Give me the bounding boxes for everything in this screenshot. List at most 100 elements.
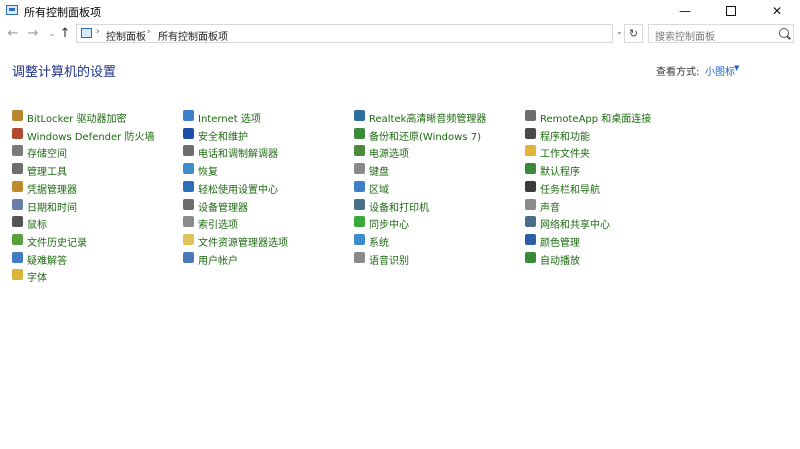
remoteapp-icon <box>525 110 536 121</box>
control-panel-item-label[interactable]: 安全和维护 <box>198 128 248 143</box>
control-panel-item-label[interactable]: 网络和共享中心 <box>540 216 610 231</box>
control-panel-item-label[interactable]: 存储空间 <box>27 145 67 160</box>
breadcrumb-control-panel[interactable]: 控制面板 <box>106 28 146 43</box>
date-time-icon <box>12 199 23 210</box>
control-panel-item-label[interactable]: 字体 <box>27 269 47 284</box>
control-panel-item-label[interactable]: 同步中心 <box>369 216 409 231</box>
recovery-icon <box>183 163 194 174</box>
control-panel-item-label[interactable]: Internet 选项 <box>198 110 261 125</box>
control-panel-item-label[interactable]: 索引选项 <box>198 216 238 231</box>
sound-icon <box>525 199 536 210</box>
breadcrumb-separator[interactable]: › <box>96 27 100 37</box>
control-panel-item-label[interactable]: Realtek高清晰音频管理器 <box>369 110 486 125</box>
control-panel-item-label[interactable]: 默认程序 <box>540 163 580 178</box>
control-panel-item-label[interactable]: 电话和调制解调器 <box>198 145 278 160</box>
storage-spaces-icon <box>12 145 23 156</box>
control-panel-item-label[interactable]: 轻松使用设置中心 <box>198 181 278 196</box>
device-manager-icon <box>183 199 194 210</box>
bitlocker-icon <box>12 110 23 121</box>
forward-button[interactable]: → <box>24 25 42 43</box>
devices-printers-icon <box>354 199 365 210</box>
control-panel-item-label[interactable]: 键盘 <box>369 163 389 178</box>
control-panel-item-label[interactable]: 文件历史记录 <box>27 234 87 249</box>
page-title: 调整计算机的设置 <box>12 65 117 80</box>
control-panel-item-label[interactable]: 用户帐户 <box>198 252 238 267</box>
admin-tools-icon <box>12 163 23 174</box>
region-icon <box>354 181 365 192</box>
work-folders-icon <box>525 145 536 156</box>
user-accounts-icon <box>183 252 194 263</box>
maximize-icon <box>726 5 736 16</box>
control-panel-item-label[interactable]: 鼠标 <box>27 216 47 231</box>
refresh-button[interactable]: ↻ <box>624 24 643 43</box>
control-panel-item-label[interactable]: 日期和时间 <box>27 199 77 214</box>
view-by-label: 查看方式: <box>656 67 700 78</box>
power-options-icon <box>354 145 365 156</box>
indexing-options-icon <box>183 216 194 227</box>
security-maintenance-icon <box>183 128 194 139</box>
control-panel-item-label[interactable]: 声音 <box>540 199 560 214</box>
control-panel-item-label[interactable]: 任务栏和导航 <box>540 181 600 196</box>
backup-restore-icon <box>354 128 365 139</box>
autoplay-icon <box>525 252 536 263</box>
default-programs-icon <box>525 163 536 174</box>
troubleshooting-icon <box>12 252 23 263</box>
chevron-down-icon[interactable]: ▼ <box>734 64 739 72</box>
control-panel-icon <box>81 28 92 38</box>
credential-manager-icon <box>12 181 23 192</box>
taskbar-navigation-icon <box>525 181 536 192</box>
window-title: 所有控制面板项 <box>24 6 101 19</box>
ease-of-access-icon <box>183 181 194 192</box>
file-explorer-options-icon <box>183 234 194 245</box>
minimize-button[interactable]: — <box>662 0 708 22</box>
control-panel-item-label[interactable]: 工作文件夹 <box>540 145 590 160</box>
control-panel-app-icon <box>6 5 18 15</box>
breadcrumb-separator[interactable]: › <box>147 27 151 37</box>
keyboard-icon <box>354 163 365 174</box>
control-panel-item-label[interactable]: 恢复 <box>198 163 218 178</box>
address-dropdown-button[interactable]: ⌄ <box>616 27 623 36</box>
control-panel-item-label[interactable]: 备份和还原(Windows 7) <box>369 128 481 143</box>
system-icon <box>354 234 365 245</box>
programs-features-icon <box>525 128 536 139</box>
control-panel-item-label[interactable]: Windows Defender 防火墙 <box>27 128 154 143</box>
address-bar[interactable]: › 控制面板 › 所有控制面板项 <box>76 24 613 43</box>
control-panel-item-label[interactable]: BitLocker 驱动器加密 <box>27 110 126 125</box>
back-button[interactable]: ← <box>4 25 22 43</box>
file-history-icon <box>12 234 23 245</box>
view-by-dropdown[interactable]: 小图标 <box>705 63 735 78</box>
close-button[interactable]: ✕ <box>754 0 800 22</box>
color-management-icon <box>525 234 536 245</box>
speech-recognition-icon <box>354 252 365 263</box>
control-panel-item-label[interactable]: 颜色管理 <box>540 234 580 249</box>
mouse-icon <box>12 216 23 227</box>
control-panel-item-label[interactable]: RemoteApp 和桌面连接 <box>540 110 651 125</box>
fonts-icon <box>12 269 23 280</box>
search-placeholder[interactable]: 搜索控制面板 <box>655 28 715 43</box>
control-panel-item-label[interactable]: 文件资源管理器选项 <box>198 234 288 249</box>
internet-options-icon <box>183 110 194 121</box>
control-panel-item-label[interactable]: 凭据管理器 <box>27 181 77 196</box>
search-box[interactable]: 搜索控制面板 <box>648 24 794 43</box>
maximize-button[interactable] <box>708 0 754 22</box>
control-panel-item-label[interactable]: 设备管理器 <box>198 199 248 214</box>
control-panel-item-label[interactable]: 程序和功能 <box>540 128 590 143</box>
up-button[interactable]: ↑ <box>56 25 74 43</box>
control-panel-item-label[interactable]: 电源选项 <box>369 145 409 160</box>
firewall-icon <box>12 128 23 139</box>
network-sharing-icon <box>525 216 536 227</box>
control-panel-item-label[interactable]: 区域 <box>369 181 389 196</box>
control-panel-item-label[interactable]: 系统 <box>369 234 389 249</box>
control-panel-item-label[interactable]: 管理工具 <box>27 163 67 178</box>
control-panel-item-label[interactable]: 疑难解答 <box>27 252 67 267</box>
phone-modem-icon <box>183 145 194 156</box>
title-bar: 所有控制面板项 — ✕ <box>0 0 800 22</box>
navigation-bar: ← → ⌄ ↑ › 控制面板 › 所有控制面板项 ⌄ ↻ 搜索控制面板 <box>0 23 800 45</box>
control-panel-item-label[interactable]: 设备和打印机 <box>369 199 429 214</box>
sync-center-icon <box>354 216 365 227</box>
realtek-audio-icon <box>354 110 365 121</box>
search-icon[interactable] <box>779 28 789 38</box>
control-panel-item-label[interactable]: 语音识别 <box>369 252 409 267</box>
breadcrumb-all-items[interactable]: 所有控制面板项 <box>158 28 228 43</box>
control-panel-item-label[interactable]: 自动播放 <box>540 252 580 267</box>
